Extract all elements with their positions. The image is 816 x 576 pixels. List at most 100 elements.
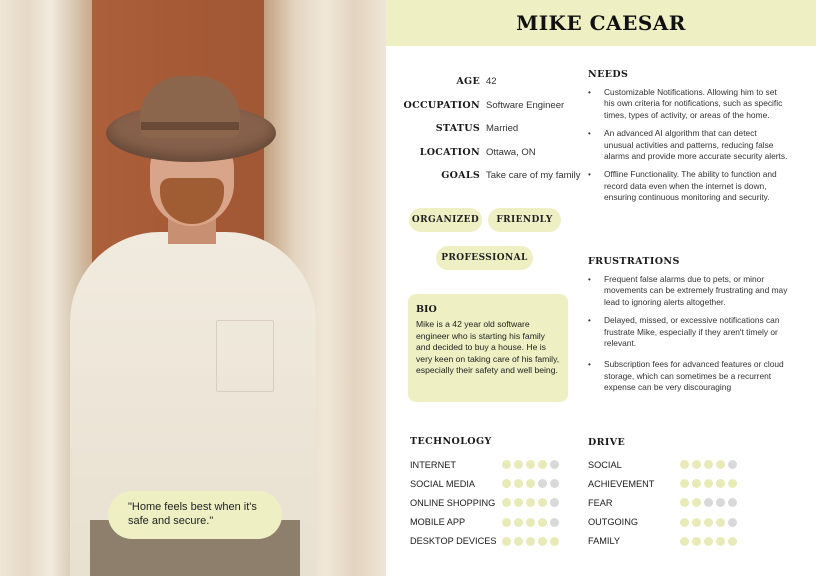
rating-dot-filled [514, 517, 523, 527]
rating-dot-filled [692, 479, 701, 489]
rating-dot-filled [550, 536, 559, 546]
rating-dots [680, 517, 737, 527]
rating-dot-filled [526, 517, 535, 527]
rating-row: FAMILY [588, 532, 748, 551]
rating-dots [680, 479, 737, 489]
bio-text: Mike is a 42 year old software engineer … [416, 319, 560, 376]
rating-dot-filled [538, 536, 547, 546]
rating-label: INTERNET [410, 459, 456, 470]
rating-row: INTERNET [410, 455, 570, 474]
quote-text: "Home feels best when it's safe and secu… [128, 501, 257, 527]
fact-key: LOCATION [419, 146, 480, 158]
rating-dot-filled [680, 460, 689, 470]
rating-row: ACHIEVEMENT [588, 474, 748, 493]
rating-row: SOCIAL [588, 455, 748, 474]
rating-dots [502, 536, 559, 546]
fact-key: AGE [456, 76, 480, 88]
rating-dot-empty [550, 498, 559, 508]
rating-dot-empty [550, 460, 559, 470]
rating-dot-filled [704, 517, 713, 527]
needs-list: Customizable Notifications. Allowing him… [588, 87, 788, 211]
bio-title: BIO [416, 304, 437, 315]
rating-label: DESKTOP DEVICES [410, 536, 497, 547]
rating-dot-filled [692, 460, 701, 470]
rating-dot-filled [502, 460, 511, 470]
technology-ratings: INTERNET SOCIAL MEDIA ONLINE SHOPPING MOBIL… [410, 455, 570, 551]
fact-value: 42 [486, 76, 497, 88]
bio-card: BIO Mike is a 42 year old software engin… [408, 294, 568, 402]
frustrations-title: FRUSTRATIONS [588, 256, 680, 267]
rating-dot-filled [692, 536, 701, 546]
rating-dot-empty [550, 517, 559, 527]
rating-dot-filled [514, 460, 523, 470]
rating-label: FEAR [588, 497, 613, 508]
fact-key: OCCUPATION [403, 99, 480, 111]
fact-row-location: LOCATION Ottawa, ON [400, 141, 590, 165]
rating-row: OUTGOING [588, 513, 748, 532]
rating-dot-filled [514, 536, 523, 546]
rating-dot-filled [526, 498, 535, 508]
rating-label: ONLINE SHOPPING [410, 497, 496, 508]
rating-row: FEAR [588, 493, 748, 512]
rating-dot-filled [526, 479, 535, 489]
rating-dot-empty [538, 479, 547, 489]
rating-dot-empty [728, 460, 737, 470]
rating-label: ACHIEVEMENT [588, 478, 655, 489]
list-item: An advanced AI algorithm that can detect… [588, 128, 788, 162]
rating-dot-filled [680, 517, 689, 527]
rating-label: MOBILE APP [410, 517, 466, 528]
rating-dots [502, 479, 559, 489]
rating-dot-empty [550, 479, 559, 489]
rating-label: SOCIAL [588, 459, 622, 470]
rating-dots [680, 498, 737, 508]
rating-dot-filled [680, 479, 689, 489]
rating-dot-empty [716, 498, 725, 508]
fact-value: Take care of my family [486, 170, 581, 182]
fact-value: Ottawa, ON [486, 146, 536, 158]
rating-dot-empty [728, 498, 737, 508]
fact-key: STATUS [435, 123, 480, 135]
rating-label: SOCIAL MEDIA [410, 478, 476, 489]
shirt-pocket [216, 320, 274, 392]
rating-dot-filled [538, 460, 547, 470]
rating-dot-filled [716, 517, 725, 527]
list-item: Offline Functionality. The ability to fu… [588, 169, 788, 203]
rating-dot-empty [704, 498, 713, 508]
fact-key: GOALS [441, 170, 480, 182]
name-header: MIKE CAESAR [386, 0, 816, 46]
rating-row: DESKTOP DEVICES [410, 532, 570, 551]
rating-dot-filled [716, 536, 725, 546]
rating-dots [680, 536, 737, 546]
drive-ratings: SOCIAL ACHIEVEMENT FEAR OUTGOING FAMILY [588, 455, 748, 551]
fact-row-goals: GOALS Take care of my family [400, 164, 590, 188]
fact-row-age: AGE 42 [400, 70, 590, 94]
drive-title: DRIVE [588, 437, 626, 448]
rating-dot-filled [692, 498, 701, 508]
rating-dots [502, 498, 559, 508]
fact-value: Married [486, 123, 519, 135]
rating-row: ONLINE SHOPPING [410, 493, 570, 512]
list-item: Customizable Notifications. Allowing him… [588, 87, 788, 121]
rating-dot-filled [502, 498, 511, 508]
rating-dot-filled [728, 479, 737, 489]
rating-dot-filled [502, 536, 511, 546]
rating-dot-filled [704, 460, 713, 470]
rating-dot-filled [728, 536, 737, 546]
rating-dot-filled [680, 498, 689, 508]
rating-dots [502, 460, 559, 470]
facts-list: AGE 42 OCCUPATION Software Engineer STAT… [400, 70, 590, 188]
rating-dot-filled [526, 460, 535, 470]
rating-dot-filled [502, 517, 511, 527]
rating-dot-filled [538, 498, 547, 508]
rating-dot-filled [716, 479, 725, 489]
rating-dot-filled [538, 517, 547, 527]
persona-photo: "Home feels best when it's safe and secu… [0, 0, 386, 576]
list-item: Subscription fees for advanced features … [588, 359, 788, 393]
rating-dot-filled [704, 536, 713, 546]
rating-dot-filled [502, 479, 511, 489]
trait-pill-professional: PROFESSIONAL [436, 246, 533, 270]
list-item: Frequent false alarms due to pets, or mi… [588, 274, 788, 308]
fact-value: Software Engineer [486, 99, 565, 111]
rating-dot-filled [526, 536, 535, 546]
frustrations-list: Frequent false alarms due to pets, or mi… [588, 274, 788, 401]
